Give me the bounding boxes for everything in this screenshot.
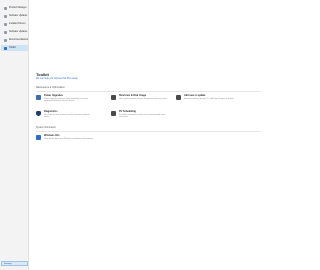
tool-description: Find new software for your PC and keep a… bbox=[184, 97, 234, 100]
tool-pc-scheduling[interactable]: PC Scheduling Schedule maintenance tasks… bbox=[111, 110, 169, 124]
sidebar-item-label: Toolkit bbox=[9, 46, 16, 49]
download-icon bbox=[4, 30, 7, 34]
wrench-icon bbox=[4, 46, 7, 50]
tool-description: Get a quick snapshot of your storage and… bbox=[119, 97, 167, 100]
sidebar-item-software-updates-2[interactable]: Software Updates bbox=[1, 29, 28, 35]
tool-power-upgrades[interactable]: Power Upgrades Power upgrades give you m… bbox=[36, 94, 94, 108]
section-header: Maintenance & Optimization bbox=[36, 87, 65, 89]
sidebar: Product Manager Software Updates Install… bbox=[0, 0, 29, 270]
plus-icon bbox=[176, 95, 181, 100]
tool-description: Schedule maintenance tasks to run automa… bbox=[119, 113, 166, 119]
power-icon bbox=[36, 95, 41, 100]
page-subtitle[interactable]: We can help you improve this PC's setup bbox=[36, 78, 78, 80]
refresh-icon bbox=[4, 14, 7, 18]
sidebar-item-label: Installed Drivers bbox=[9, 22, 26, 25]
windows-icon bbox=[36, 135, 41, 140]
settings-label: Settings bbox=[4, 262, 12, 265]
tool-title: Shortcuts & Disk Usage bbox=[119, 94, 147, 97]
sidebar-item-label: Recommendations bbox=[9, 38, 29, 41]
tool-description: View details about your Windows installa… bbox=[44, 137, 94, 140]
tool-title: Add new or update bbox=[184, 94, 206, 97]
calendar-icon bbox=[111, 111, 116, 116]
chip-icon bbox=[4, 22, 7, 26]
tool-windows-info[interactable]: Windows Info View details about your Win… bbox=[36, 134, 94, 148]
tool-description: Run a quick check to detect and fix comm… bbox=[44, 113, 90, 119]
sidebar-item-product-manager[interactable]: Product Manager bbox=[1, 5, 28, 11]
tool-title: Diagnostics bbox=[44, 110, 58, 113]
sidebar-item-installed-drivers[interactable]: Installed Drivers bbox=[1, 21, 28, 27]
settings-button[interactable]: Settings bbox=[1, 261, 28, 266]
section-header: System Information bbox=[36, 127, 56, 129]
star-icon bbox=[4, 38, 7, 42]
tool-description: Power upgrades give you more helpful tip… bbox=[44, 97, 89, 103]
sidebar-item-recommendations[interactable]: Recommendations bbox=[1, 37, 28, 43]
page-title: Toolkit bbox=[36, 72, 49, 77]
tool-disk-usage[interactable]: Shortcuts & Disk Usage Get a quick snaps… bbox=[111, 94, 169, 108]
sidebar-item-label: Software Updates bbox=[9, 30, 28, 33]
disk-icon bbox=[111, 95, 116, 100]
sidebar-item-label: Product Manager bbox=[9, 6, 27, 9]
tool-add-new[interactable]: Add new or update Find new software for … bbox=[176, 94, 234, 108]
tool-title: Windows Info bbox=[44, 134, 60, 137]
tool-title: PC Scheduling bbox=[119, 110, 136, 113]
sidebar-item-toolkit[interactable]: Toolkit bbox=[1, 45, 28, 51]
box-icon bbox=[4, 6, 7, 10]
sidebar-item-software-updates[interactable]: Software Updates bbox=[1, 13, 28, 19]
tool-diagnostics[interactable]: Diagnostics Run a quick check to detect … bbox=[36, 110, 94, 124]
sidebar-item-label: Software Updates bbox=[9, 14, 28, 17]
tool-title: Power Upgrades bbox=[44, 94, 63, 97]
shield-icon bbox=[36, 111, 41, 116]
